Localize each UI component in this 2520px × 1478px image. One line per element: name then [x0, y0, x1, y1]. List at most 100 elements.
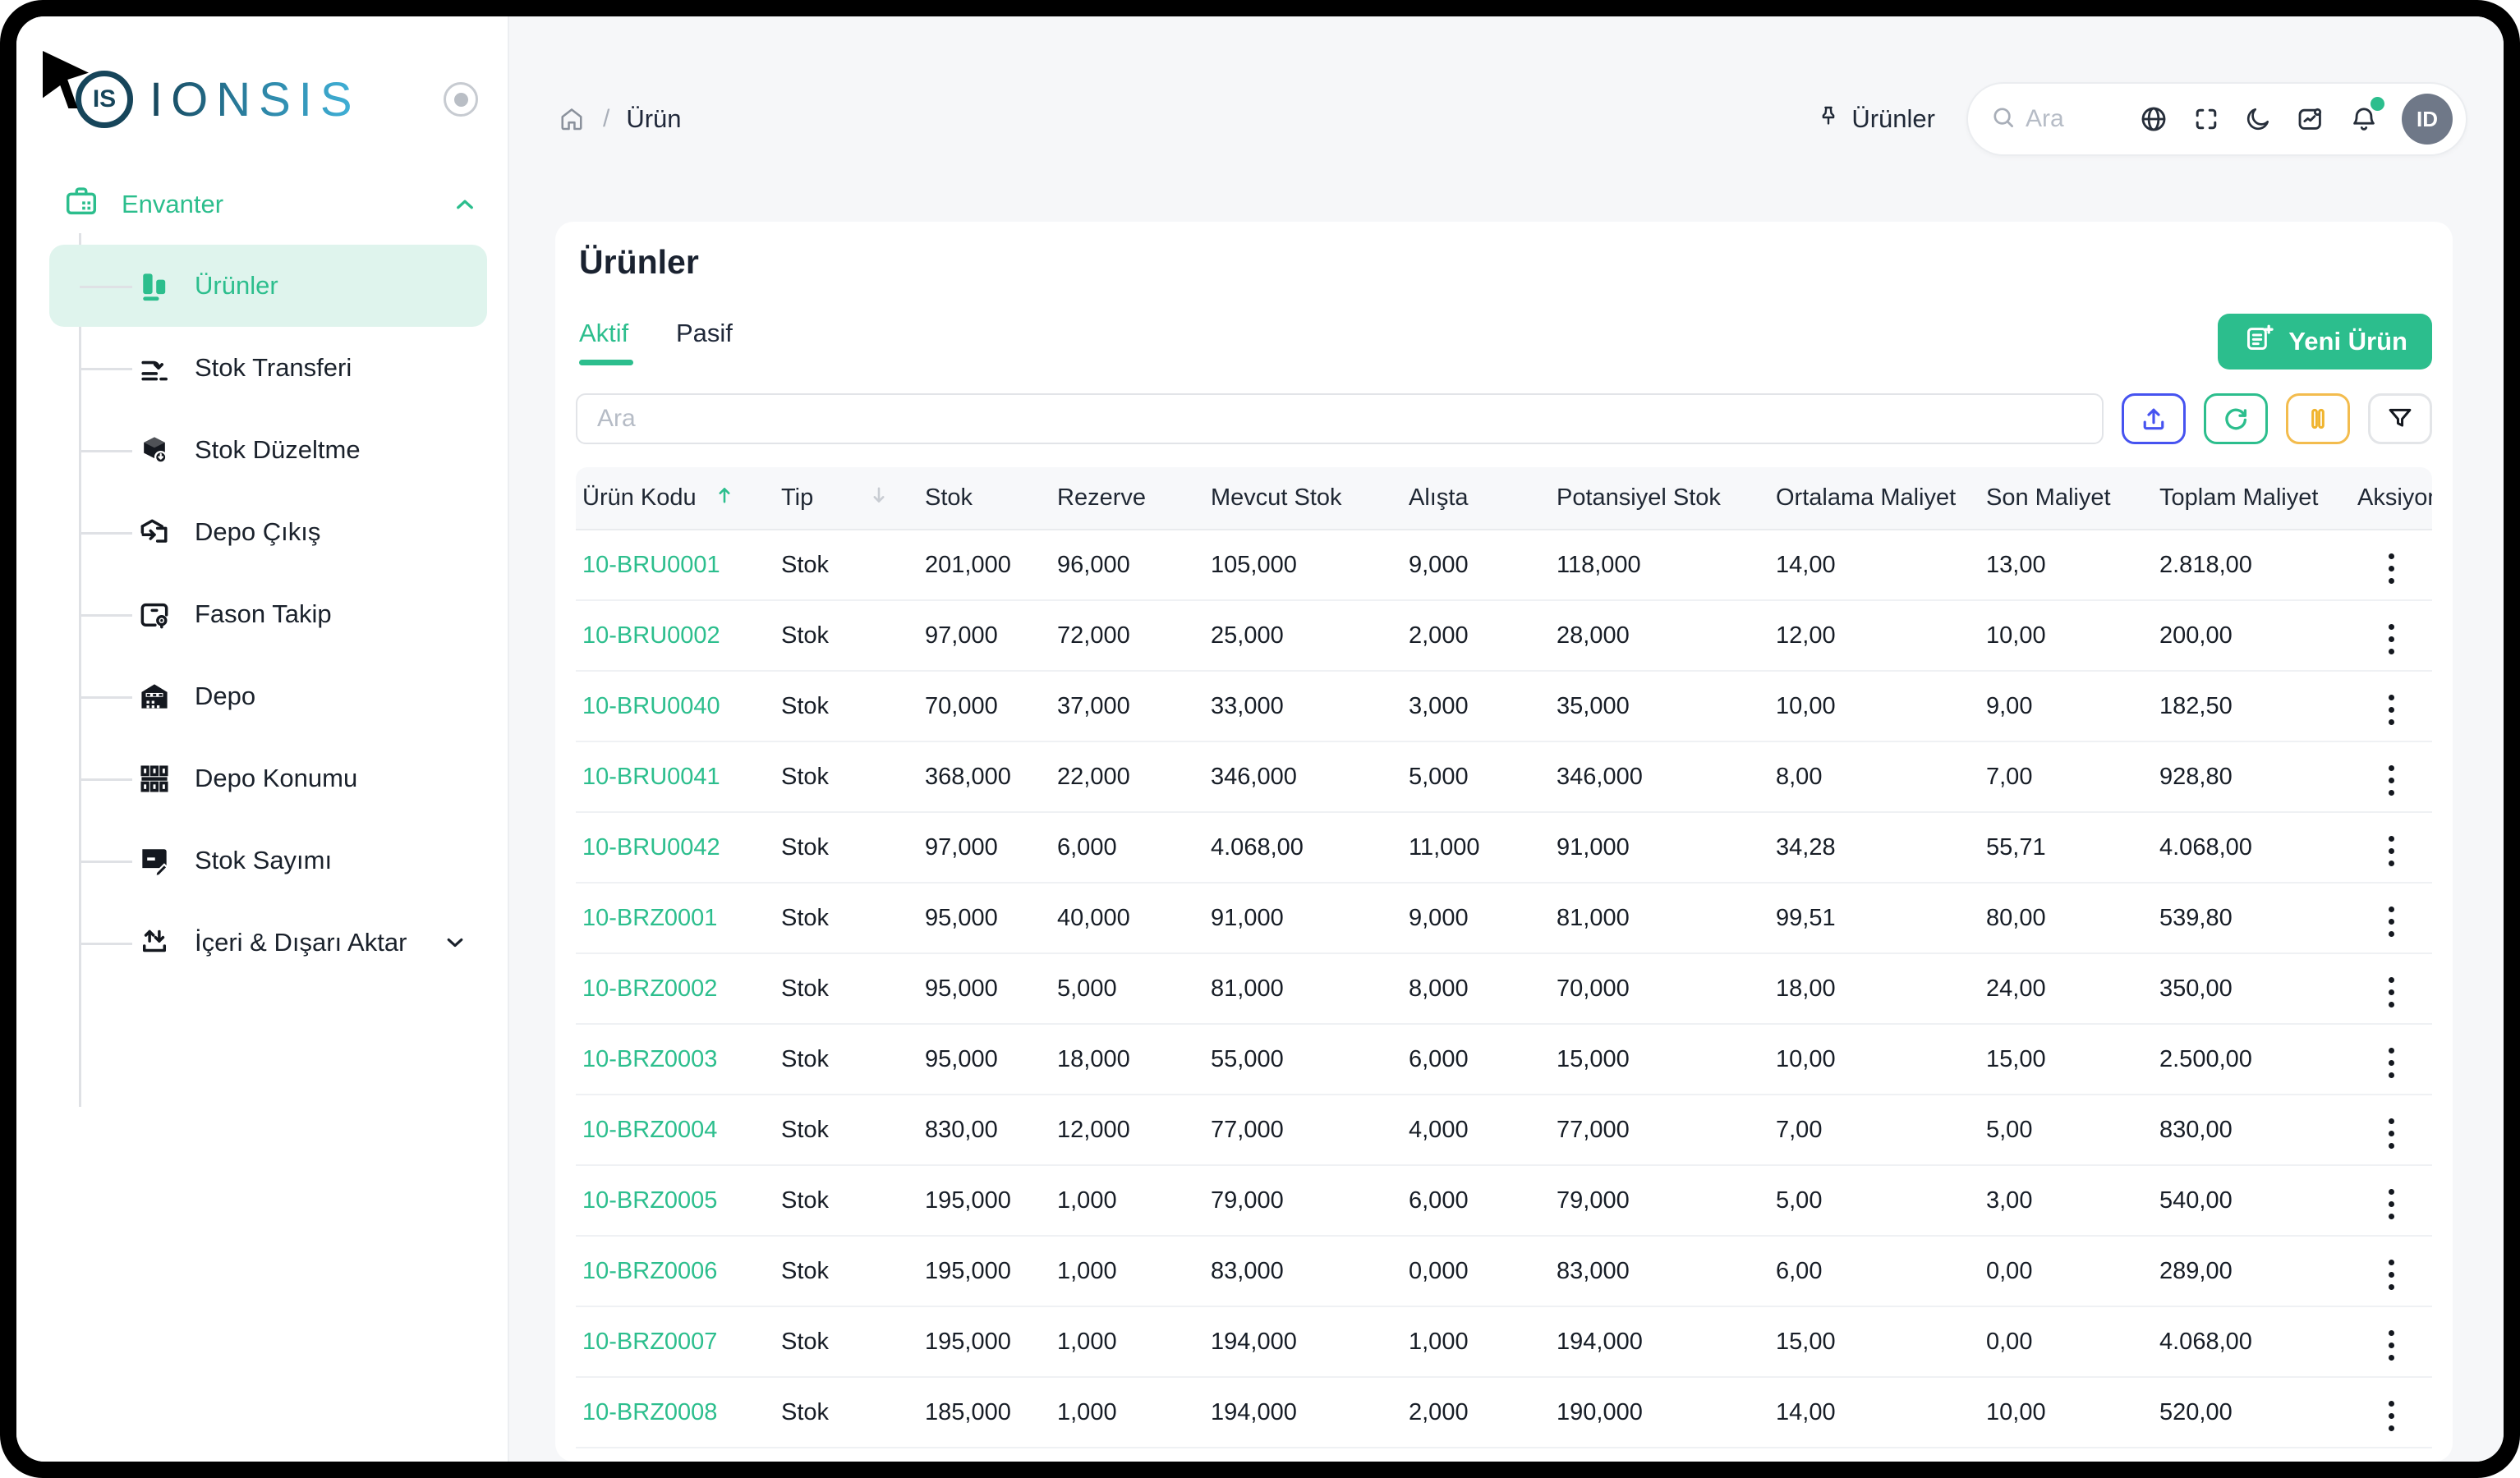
search-icon	[1989, 103, 2017, 135]
product-code-link[interactable]: 10-BRU0042	[582, 834, 720, 861]
cell-alista: 8,000	[1409, 953, 1557, 1024]
table-row[interactable]: 10-BRZ0007 Stok 195,000 1,000 194,000 1,…	[576, 1306, 2432, 1377]
table-header: Ürün Kodu Tip	[576, 467, 2432, 530]
sidebar-item-depo-konumu[interactable]: Depo Konumu	[49, 737, 487, 819]
sidebar-item-fason-takip[interactable]: Fason Takip	[49, 573, 487, 655]
row-actions-kebab-icon[interactable]	[2375, 1110, 2407, 1157]
dark-mode-moon-icon[interactable]	[2243, 104, 2273, 134]
sidebar-item-stok-sayimi[interactable]: Stok Sayımı	[49, 819, 487, 902]
cell-aksiyon	[2357, 1024, 2432, 1095]
col-toplam-maliyet[interactable]: Toplam Maliyet	[2159, 467, 2357, 530]
cell-potansiyel-stok: 79,000	[1557, 1165, 1776, 1236]
table-row[interactable]: 10-BRZ0001 Stok 95,000 40,000 91,000 9,0…	[576, 883, 2432, 953]
cell-alista: 3,000	[1409, 671, 1557, 741]
table-search-input[interactable]	[576, 393, 2104, 444]
row-actions-kebab-icon[interactable]	[2375, 757, 2407, 804]
sidebar-section-envanter[interactable]: Envanter	[16, 176, 508, 233]
col-mevcut-stok[interactable]: Mevcut Stok	[1211, 467, 1409, 530]
pinned-page[interactable]: Ürünler	[1815, 103, 1935, 135]
sort-ascending-icon	[713, 484, 736, 513]
row-actions-kebab-icon[interactable]	[2375, 898, 2407, 945]
notifications-bell-icon[interactable]	[2348, 103, 2380, 135]
row-actions-kebab-icon[interactable]	[2375, 1251, 2407, 1298]
product-code-link[interactable]: 10-BRZ0005	[582, 1187, 717, 1214]
sidebar-item-depo-cikis[interactable]: Depo Çıkış	[49, 491, 487, 573]
table-row[interactable]: 10-BRU0001 Stok 201,000 96,000 105,000 9…	[576, 530, 2432, 600]
cell-rezerve: 22,000	[1057, 741, 1211, 812]
table-row[interactable]: 10-BRZ0003 Stok 95,000 18,000 55,000 6,0…	[576, 1024, 2432, 1095]
row-actions-kebab-icon[interactable]	[2375, 1181, 2407, 1228]
table-row[interactable]: 10-BRZ0008 Stok 185,000 1,000 194,000 2,…	[576, 1377, 2432, 1448]
row-actions-kebab-icon[interactable]	[2375, 616, 2407, 663]
col-ortalama-maliyet[interactable]: Ortalama Maliyet	[1776, 467, 1986, 530]
row-actions-kebab-icon[interactable]	[2375, 686, 2407, 733]
product-code-link[interactable]: 10-BRZ0003	[582, 1046, 717, 1072]
fullscreen-icon[interactable]	[2191, 104, 2221, 134]
table-row[interactable]: 10-BRU0041 Stok 368,000 22,000 346,000 5…	[576, 741, 2432, 812]
breadcrumb-page[interactable]: Ürün	[626, 104, 681, 134]
product-code-link[interactable]: 10-BRZ0007	[582, 1329, 717, 1355]
user-avatar[interactable]: ID	[2402, 94, 2453, 145]
sidebar-item-stok-transferi[interactable]: Stok Transferi	[49, 327, 487, 409]
row-actions-kebab-icon[interactable]	[2375, 969, 2407, 1016]
col-tip[interactable]: Tip	[781, 467, 925, 530]
col-urun-kodu[interactable]: Ürün Kodu	[576, 467, 781, 530]
cell-potansiyel-stok: 91,000	[1557, 812, 1776, 883]
product-code-link[interactable]: 10-BRU0001	[582, 552, 720, 578]
cell-aksiyon	[2357, 812, 2432, 883]
cell-toplam-maliyet: 540,00	[2159, 1165, 2357, 1236]
product-code-link[interactable]: 10-BRU0002	[582, 622, 720, 649]
cell-urun-kodu: 10-BRZ0004	[576, 1095, 781, 1165]
table-row[interactable]: 10-BRU0002 Stok 97,000 72,000 25,000 2,0…	[576, 600, 2432, 671]
row-actions-kebab-icon[interactable]	[2375, 1393, 2407, 1439]
table-row[interactable]: 10-BRZ0006 Stok 195,000 1,000 83,000 0,0…	[576, 1236, 2432, 1306]
product-code-link[interactable]: 10-BRU0040	[582, 693, 720, 719]
product-code-link[interactable]: 10-BRU0041	[582, 764, 720, 790]
cell-aksiyon	[2357, 953, 2432, 1024]
cell-mevcut-stok: 77,000	[1211, 1095, 1409, 1165]
table-row[interactable]: 10-BRZ0005 Stok 195,000 1,000 79,000 6,0…	[576, 1165, 2432, 1236]
product-code-link[interactable]: 10-BRZ0004	[582, 1117, 717, 1143]
row-actions-kebab-icon[interactable]	[2375, 545, 2407, 592]
col-son-maliyet[interactable]: Son Maliyet	[1986, 467, 2159, 530]
row-actions-kebab-icon[interactable]	[2375, 828, 2407, 874]
sidebar-item-iceri-disari-aktar[interactable]: İçeri & Dışarı Aktar	[49, 902, 487, 984]
col-rezerve[interactable]: Rezerve	[1057, 467, 1211, 530]
export-upload-button[interactable]	[2122, 393, 2186, 444]
home-icon[interactable]	[557, 104, 586, 134]
sidebar-item-urunler[interactable]: Ürünler	[49, 245, 487, 327]
columns-button[interactable]	[2286, 393, 2350, 444]
cell-stok: 70,000	[925, 671, 1057, 741]
table-row[interactable]: 10-BRU0042 Stok 97,000 6,000 4.068,00 11…	[576, 812, 2432, 883]
row-actions-kebab-icon[interactable]	[2375, 1322, 2407, 1369]
cell-potansiyel-stok: 77,000	[1557, 1095, 1776, 1165]
cell-stok: 95,000	[925, 1024, 1057, 1095]
product-code-link[interactable]: 10-BRZ0002	[582, 975, 717, 1002]
language-globe-icon[interactable]	[2138, 103, 2169, 135]
cell-rezerve: 72,000	[1057, 600, 1211, 671]
filter-button[interactable]	[2368, 393, 2432, 444]
cell-stok: 830,00	[925, 1095, 1057, 1165]
sidebar-item-depo[interactable]: Depo	[49, 655, 487, 737]
col-stok[interactable]: Stok	[925, 467, 1057, 530]
table-row[interactable]: 10-BRZ0002 Stok 95,000 5,000 81,000 8,00…	[576, 953, 2432, 1024]
topbar-search-input[interactable]	[2026, 105, 2116, 133]
col-alista[interactable]: Alışta	[1409, 467, 1557, 530]
product-code-link[interactable]: 10-BRZ0008	[582, 1399, 717, 1425]
product-code-link[interactable]: 10-BRZ0001	[582, 905, 717, 931]
cell-alista: 6,000	[1409, 1024, 1557, 1095]
new-product-button[interactable]: Yeni Ürün	[2218, 314, 2432, 370]
sidebar-item-stok-duzeltme[interactable]: Stok Düzeltme	[49, 409, 487, 491]
table-row[interactable]: 10-BRZ0004 Stok 830,00 12,000 77,000 4,0…	[576, 1095, 2432, 1165]
cell-mevcut-stok: 194,000	[1211, 1306, 1409, 1377]
tab-aktif[interactable]: Aktif	[579, 319, 633, 365]
col-potansiyel-stok[interactable]: Potansiyel Stok	[1557, 467, 1776, 530]
product-code-link[interactable]: 10-BRZ0006	[582, 1258, 717, 1284]
table-row[interactable]: 10-BRU0040 Stok 70,000 37,000 33,000 3,0…	[576, 671, 2432, 741]
pin-icon	[1815, 103, 1842, 135]
activity-monitor-icon[interactable]	[2295, 103, 2326, 135]
refresh-button[interactable]	[2204, 393, 2268, 444]
row-actions-kebab-icon[interactable]	[2375, 1040, 2407, 1086]
sidebar-collapse-toggle[interactable]	[444, 82, 478, 117]
tab-pasif[interactable]: Pasif	[676, 319, 733, 365]
